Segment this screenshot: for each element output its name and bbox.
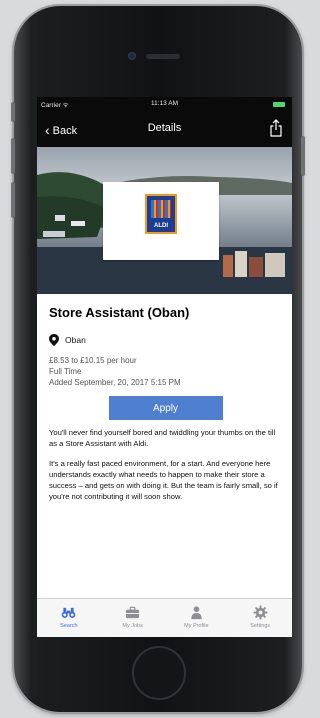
page-title: Details xyxy=(147,122,182,134)
battery-icon xyxy=(273,102,285,107)
app-header: Carrier ᯤ 11:13 AM ‹ Back Details xyxy=(37,97,292,147)
job-title: Store Assistant (Oban) xyxy=(49,305,190,320)
binoculars-icon xyxy=(62,607,76,618)
apply-button[interactable]: Apply xyxy=(108,396,223,420)
tab-bar: Search My Jobs My Profile Settings xyxy=(37,598,292,637)
job-hours: Full Time xyxy=(49,367,82,376)
aldi-logo: ALDI xyxy=(145,194,177,234)
tab-search[interactable]: Search xyxy=(37,599,101,637)
volume-down-button xyxy=(11,182,15,218)
briefcase-icon xyxy=(126,606,140,619)
job-description: You'll never find yourself bored and twi… xyxy=(49,427,282,502)
location-pin-icon xyxy=(49,334,59,346)
description-paragraph: It's a really fast paced environment, fo… xyxy=(49,459,278,501)
app-screen: Carrier ᯤ 11:13 AM ‹ Back Details ALDI S… xyxy=(37,97,292,637)
front-camera xyxy=(128,52,136,60)
person-icon xyxy=(191,606,202,620)
home-button[interactable] xyxy=(132,646,186,700)
tab-my-profile[interactable]: My Profile xyxy=(165,599,229,637)
volume-up-button xyxy=(11,138,15,174)
gear-icon xyxy=(253,605,268,620)
mute-switch xyxy=(11,102,15,122)
pay-range: £8.53 to £10.15 per hour xyxy=(49,356,137,365)
navigation-bar: ‹ Back Details xyxy=(37,117,292,143)
earpiece-speaker xyxy=(146,54,180,59)
job-location: Oban xyxy=(49,334,282,346)
status-bar: Carrier ᯤ 11:13 AM xyxy=(41,100,288,112)
company-logo-card: ALDI xyxy=(103,182,219,260)
tab-label: Search xyxy=(60,623,78,629)
tab-settings[interactable]: Settings xyxy=(228,599,292,637)
share-icon[interactable] xyxy=(269,119,283,137)
location-label: Oban xyxy=(65,335,86,345)
clock: 11:13 AM xyxy=(151,100,178,107)
tab-label: Settings xyxy=(250,623,271,629)
tab-label: My Profile xyxy=(184,623,209,629)
job-details: Store Assistant (Oban) Oban £8.53 to £10… xyxy=(49,305,282,511)
power-button xyxy=(301,136,305,176)
description-paragraph: You'll never find yourself bored and twi… xyxy=(49,428,276,448)
job-meta: £8.53 to £10.15 per hour Full Time Added… xyxy=(49,355,282,388)
date-added: Added September, 20, 2017 5:15 PM xyxy=(49,378,181,387)
tab-label: My Jobs xyxy=(122,623,143,629)
tab-my-jobs[interactable]: My Jobs xyxy=(101,599,165,637)
logo-wordmark: ALDI xyxy=(154,223,168,229)
